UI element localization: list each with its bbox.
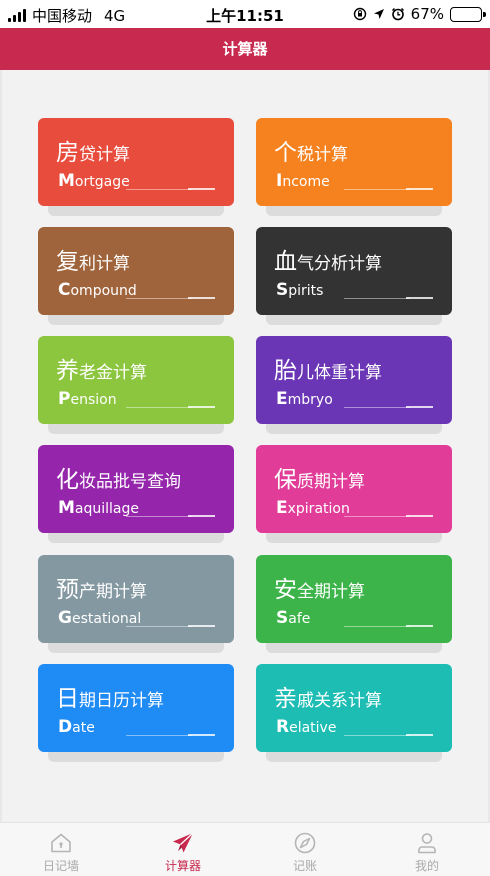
card-cn-title: 个税计算 <box>274 140 348 166</box>
card-cn-title: 复利计算 <box>56 249 130 275</box>
tab-label: 计算器 <box>164 859 201 873</box>
calc-card-date[interactable]: 日期日历计算 Date <box>38 664 234 752</box>
card-underline-accent <box>188 734 215 736</box>
card-underline <box>344 407 410 408</box>
battery-percent: 67% <box>410 5 444 23</box>
alarm-icon <box>391 7 404 21</box>
tab-bar: 日记墙 计算器 记账 我的 <box>0 822 490 876</box>
status-right: 67% <box>353 5 486 23</box>
card-underline <box>126 189 192 190</box>
card-slot-expiration: 保质期计算 Expiration <box>256 445 452 543</box>
card-underline-accent <box>188 515 215 517</box>
card-underline-accent <box>406 188 433 190</box>
calc-card-spirits[interactable]: 血气分析计算 Spirits <box>256 227 452 315</box>
calc-card-safe[interactable]: 安全期计算 Safe <box>256 555 452 643</box>
compass-icon <box>294 832 316 854</box>
card-underline <box>126 626 192 627</box>
tab-label: 我的 <box>414 859 439 873</box>
card-underline-accent <box>406 515 433 517</box>
card-en-title: Income <box>276 171 330 191</box>
tab-label: 日记墙 <box>42 859 79 873</box>
person-icon <box>418 833 436 854</box>
card-underline <box>126 516 192 517</box>
card-underline <box>344 298 410 299</box>
card-underline-accent <box>188 406 215 408</box>
card-cn-title: 胎儿体重计算 <box>274 358 382 384</box>
card-underline <box>344 516 410 517</box>
card-underline-accent <box>406 625 433 627</box>
card-underline <box>344 189 410 190</box>
card-underline <box>344 735 410 736</box>
card-en-title: Relative <box>276 717 337 737</box>
calc-card-income[interactable]: 个税计算 Income <box>256 118 452 206</box>
card-en-title: Expiration <box>276 498 350 518</box>
calc-card-pension[interactable]: 养老金计算 Pension <box>38 336 234 424</box>
card-cn-title: 化妆品批号查询 <box>56 467 181 493</box>
card-en-title: Spirits <box>276 280 324 300</box>
tab-label: 记账 <box>292 859 317 873</box>
calc-card-embryo[interactable]: 胎儿体重计算 Embryo <box>256 336 452 424</box>
card-underline-accent <box>188 297 215 299</box>
card-cn-title: 血气分析计算 <box>274 249 382 275</box>
card-en-title: Gestational <box>58 608 142 628</box>
paper-plane-icon <box>173 832 194 853</box>
calc-card-mortgage[interactable]: 房贷计算 Mortgage <box>38 118 234 206</box>
lock-rotation-icon <box>353 7 366 21</box>
card-underline <box>126 407 192 408</box>
card-slot-date: 日期日历计算 Date <box>38 664 234 762</box>
calc-card-relative[interactable]: 亲戚关系计算 Relative <box>256 664 452 752</box>
card-slot-relative: 亲戚关系计算 Relative <box>256 664 452 762</box>
card-slot-mortgage: 房贷计算 Mortgage <box>38 118 234 216</box>
card-underline-accent <box>406 406 433 408</box>
calc-card-expiration[interactable]: 保质期计算 Expiration <box>256 445 452 533</box>
card-cn-title: 预产期计算 <box>56 577 147 603</box>
tab-bookkeeping[interactable]: 记账 <box>244 823 366 876</box>
card-en-title: Compound <box>58 280 137 300</box>
card-en-title: Date <box>58 717 95 737</box>
card-underline-accent <box>188 625 215 627</box>
card-cn-title: 亲戚关系计算 <box>274 686 382 712</box>
card-underline-accent <box>406 734 433 736</box>
card-cn-title: 房贷计算 <box>56 140 130 166</box>
calc-card-compound[interactable]: 复利计算 Compound <box>38 227 234 315</box>
tab-mine[interactable]: 我的 <box>366 823 488 876</box>
card-en-title: Safe <box>276 608 311 628</box>
card-en-title: Maquillage <box>58 498 140 518</box>
card-slot-embryo: 胎儿体重计算 Embryo <box>256 336 452 434</box>
status-bar: 中国移动 4G 上午11:51 67% <box>0 0 490 28</box>
calculator-grid: 房贷计算 Mortgage 个税计算 Income 复利计算 Compound … <box>0 70 490 822</box>
tab-calculator[interactable]: 计算器 <box>122 823 244 876</box>
card-slot-maquillage: 化妆品批号查询 Maquillage <box>38 445 234 543</box>
card-en-title: Pension <box>58 389 117 409</box>
card-slot-income: 个税计算 Income <box>256 118 452 216</box>
calc-card-maquillage[interactable]: 化妆品批号查询 Maquillage <box>38 445 234 533</box>
card-underline <box>344 626 410 627</box>
tab-diary-wall[interactable]: 日记墙 <box>0 823 122 876</box>
card-slot-pension: 养老金计算 Pension <box>38 336 234 434</box>
card-slot-compound: 复利计算 Compound <box>38 227 234 325</box>
card-cn-title: 保质期计算 <box>274 467 365 493</box>
card-underline-accent <box>188 188 215 190</box>
card-underline-accent <box>406 297 433 299</box>
card-cn-title: 安全期计算 <box>274 577 365 603</box>
card-en-title: Embryo <box>276 389 333 409</box>
card-underline <box>126 298 192 299</box>
card-underline <box>126 735 192 736</box>
home-icon <box>51 833 71 853</box>
location-icon <box>373 9 384 19</box>
page-title: 计算器 <box>0 28 490 70</box>
card-slot-safe: 安全期计算 Safe <box>256 555 452 653</box>
card-en-title: Mortgage <box>58 171 130 191</box>
calc-card-gestational[interactable]: 预产期计算 Gestational <box>38 555 234 643</box>
card-slot-gestational: 预产期计算 Gestational <box>38 555 234 653</box>
battery-icon <box>450 6 486 22</box>
card-cn-title: 养老金计算 <box>56 358 147 384</box>
card-slot-spirits: 血气分析计算 Spirits <box>256 227 452 325</box>
card-cn-title: 日期日历计算 <box>56 686 164 712</box>
